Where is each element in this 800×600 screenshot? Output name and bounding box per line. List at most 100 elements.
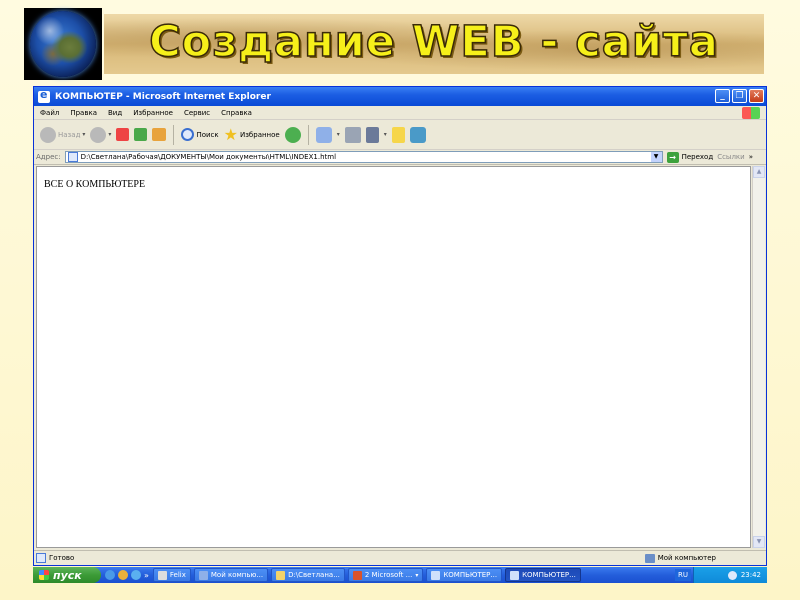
discuss-icon[interactable] [391, 126, 405, 143]
page-icon [36, 553, 46, 563]
refresh-icon[interactable] [134, 128, 148, 141]
window-title: КОМПЬЮТЕР - Microsoft Internet Explorer [55, 91, 271, 102]
windows-flag-icon [39, 570, 49, 580]
taskbar-button[interactable]: Felix [152, 568, 191, 582]
toolbar-divider [173, 124, 175, 145]
toolbar-divider [307, 124, 309, 145]
quick-launch-chevron[interactable]: » [144, 571, 149, 580]
favorites-button[interactable]: ★ Избранное [223, 124, 280, 144]
clock[interactable]: 23:42 [741, 571, 761, 579]
mail-icon[interactable] [315, 126, 332, 143]
taskbar-button-label: Мой компью... [210, 571, 264, 579]
ie-icon [431, 570, 441, 580]
computer-icon [644, 553, 655, 563]
menu-edit[interactable]: Правка [70, 109, 97, 117]
menu-tools[interactable]: Сервис [184, 109, 210, 117]
chevron-down-icon[interactable]: ▼ [650, 152, 662, 162]
links-button[interactable]: Ссылки [717, 153, 745, 161]
start-button[interactable]: пуск [33, 567, 101, 583]
stop-icon[interactable] [116, 128, 130, 141]
taskbar-button-label: 2 Microsoft ... [364, 571, 413, 579]
menu-view[interactable]: Вид [108, 109, 122, 117]
ie-icon [38, 88, 50, 103]
chevron-down-icon: ▾ [415, 571, 419, 579]
go-label: Переход [681, 153, 714, 161]
taskbar-button-label: КОМПЬЮТЕР... [522, 571, 576, 579]
forward-arrow-icon [90, 126, 107, 143]
media-icon[interactable] [118, 570, 128, 580]
address-bar: Адрес: D:\Светлана\Рабочая\ДОКУМЕНТЫ\Мои… [34, 150, 766, 165]
menu-help[interactable]: Справка [221, 109, 252, 117]
messenger-icon[interactable] [409, 126, 426, 143]
menu-favorites[interactable]: Избранное [133, 109, 173, 117]
globe-image [24, 8, 102, 80]
minimize-button[interactable]: _ [715, 89, 730, 103]
taskbar-button[interactable]: КОМПЬЮТЕР... [505, 568, 581, 582]
close-button[interactable]: ✕ [749, 89, 764, 103]
status-text: Готово [49, 554, 75, 562]
powerpoint-icon [352, 570, 362, 580]
back-label: Назад [58, 130, 81, 139]
globe-icon [30, 11, 96, 77]
vertical-scrollbar[interactable]: ▲ ▼ [752, 166, 765, 548]
browser-icon[interactable] [131, 570, 141, 580]
chevron-right-icon[interactable]: » [749, 153, 753, 161]
star-icon: ★ [223, 124, 238, 144]
tray-arrow-icon[interactable] [727, 570, 737, 580]
status-bar: Готово Мой компьютер [34, 550, 766, 565]
window-titlebar[interactable]: КОМПЬЮТЕР - Microsoft Internet Explorer … [34, 87, 766, 106]
title-banner: Создание WEB - сайта [104, 14, 764, 74]
chevron-down-icon[interactable]: ▾ [108, 131, 111, 138]
zone-label: Мой компьютер [657, 554, 716, 562]
menu-file[interactable]: Файл [40, 109, 59, 117]
scroll-up-icon[interactable]: ▲ [753, 166, 765, 178]
favorites-label: Избранное [239, 130, 280, 139]
computer-icon [198, 570, 208, 580]
taskbar: пуск » Felix Мой компью... D:\Светлана..… [33, 567, 767, 583]
folder-icon [276, 570, 286, 580]
start-label: пуск [53, 568, 82, 582]
menu-bar: Файл Правка Вид Избранное Сервис Справка [34, 106, 766, 120]
history-icon[interactable] [284, 126, 301, 143]
system-tray: 23:42 [693, 567, 767, 583]
home-icon[interactable] [152, 128, 167, 141]
chevron-down-icon[interactable]: ▾ [337, 131, 340, 138]
chevron-down-icon[interactable]: ▾ [82, 131, 85, 138]
edit-icon[interactable] [365, 126, 379, 143]
quick-launch: » [101, 570, 153, 580]
address-label: Адрес: [36, 153, 61, 161]
browser-window: КОМПЬЮТЕР - Microsoft Internet Explorer … [33, 86, 767, 566]
chevron-down-icon[interactable]: ▾ [384, 131, 387, 138]
back-arrow-icon [40, 126, 56, 143]
forward-button[interactable]: ▾ [90, 126, 111, 143]
slide-title: Создание WEB - сайта [148, 16, 719, 68]
ie-icon[interactable] [105, 570, 115, 580]
restore-button[interactable]: ❐ [732, 89, 747, 103]
taskbar-button-label: D:\Светлана... [288, 571, 340, 579]
felix-icon [157, 570, 167, 580]
toolbar: Назад ▾ ▾ Поиск ★ Избранное ▾ ▾ [34, 120, 766, 150]
back-button[interactable]: Назад ▾ [40, 126, 85, 143]
print-icon[interactable] [344, 126, 361, 143]
taskbar-button[interactable]: Мой компью... [193, 568, 269, 582]
taskbar-button[interactable]: D:\Светлана... [271, 568, 345, 582]
taskbar-button[interactable]: КОМПЬЮТЕР... [426, 568, 503, 582]
search-label: Поиск [196, 130, 219, 139]
page-content: ВСЕ О КОМПЬЮТЕРЕ [36, 166, 751, 548]
taskbar-button-label: Felix [169, 571, 186, 579]
ie-icon [510, 570, 520, 580]
scroll-down-icon[interactable]: ▼ [753, 536, 765, 548]
page-icon [67, 152, 78, 162]
search-icon [181, 128, 195, 141]
taskbar-button[interactable]: 2 Microsoft ... ▾ [347, 568, 424, 582]
language-indicator[interactable]: RU [675, 569, 691, 581]
windows-logo-icon [742, 107, 760, 119]
go-arrow-icon: → [666, 151, 679, 163]
search-button[interactable]: Поиск [181, 128, 219, 141]
taskbar-button-label: КОМПЬЮТЕР... [443, 571, 498, 579]
security-zone: Мой компьютер [644, 553, 716, 563]
go-button[interactable]: → Переход [666, 151, 714, 163]
address-input[interactable]: D:\Светлана\Рабочая\ДОКУМЕНТЫ\Мои докуме… [64, 151, 663, 163]
page-heading: ВСЕ О КОМПЬЮТЕРЕ [44, 179, 146, 190]
address-value: D:\Светлана\Рабочая\ДОКУМЕНТЫ\Мои докуме… [80, 153, 337, 161]
